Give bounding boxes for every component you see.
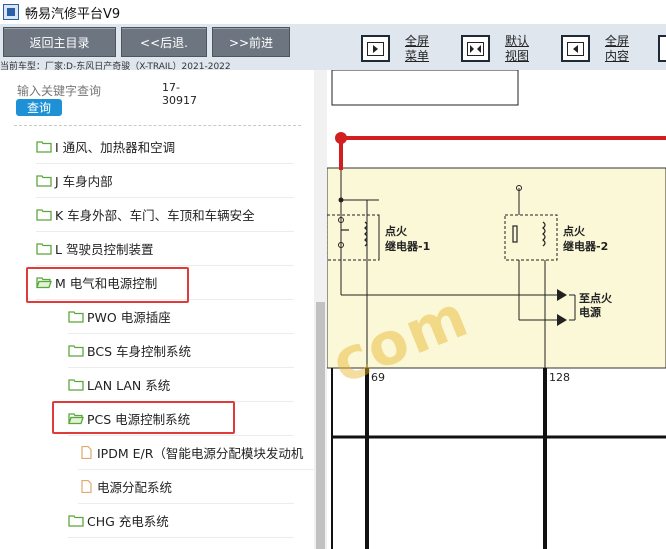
tree-item-label: K 车身外部、车门、车顶和车辆安全 xyxy=(55,208,255,223)
app-icon xyxy=(3,4,19,20)
to-ignition-label-line1: 至点火 xyxy=(579,291,613,305)
folder-icon xyxy=(36,242,52,255)
tree-item[interactable]: 电源分配系统 xyxy=(78,470,294,504)
highlight-box xyxy=(26,267,189,303)
tree-item[interactable]: LAN LAN 系统 xyxy=(68,368,294,402)
tree-item-label: I 通风、加热器和空调 xyxy=(55,140,176,155)
show-menu-icon[interactable] xyxy=(361,35,390,62)
folder-icon xyxy=(36,174,52,187)
wiring-diagram[interactable]: 点火 继电器-1 点火 继电器-2 至点火 电源 69 128 xyxy=(327,70,666,549)
document-icon xyxy=(78,479,94,494)
tree-item-label: PWO 电源插座 xyxy=(87,310,171,325)
tree-item[interactable]: PWO 电源插座 xyxy=(68,300,294,334)
forward-button[interactable]: >>前进 xyxy=(212,27,290,57)
tree-item-label: L 驾驶员控制装置 xyxy=(55,242,154,257)
window-title: 畅易汽修平台V9 xyxy=(25,6,121,22)
relay-2-label-line1: 点火 xyxy=(563,224,586,238)
folder-icon xyxy=(36,208,52,221)
fullscreen-content-label[interactable]: 全屏 内容 xyxy=(605,34,629,64)
tree-item[interactable]: J 车身内部 xyxy=(36,164,294,198)
tree-item[interactable]: L 驾驶员控制装置 xyxy=(36,232,294,266)
relay-1-label-line2: 继电器-1 xyxy=(385,239,430,253)
folder-icon xyxy=(68,310,84,323)
diagram-canvas: 点火 继电器-1 点火 继电器-2 至点火 电源 69 128 xyxy=(327,70,666,549)
tree-item[interactable]: K 车身外部、车门、车顶和车辆安全 xyxy=(36,198,294,232)
folder-icon xyxy=(36,140,52,153)
tree-item-label: CHG 充电系统 xyxy=(87,514,169,529)
search-value[interactable]: 17-30917 xyxy=(162,81,202,107)
title-bar: 畅易汽修平台V9 xyxy=(0,0,666,24)
tree-item[interactable]: CHG 充电系统 xyxy=(68,504,294,538)
fullscreen-menu-label[interactable]: 全屏 菜单 xyxy=(405,34,429,64)
folder-icon xyxy=(68,514,84,527)
relay-1-label-line1: 点火 xyxy=(385,224,408,238)
back-button[interactable]: <<后退. xyxy=(121,27,207,57)
fullscreen-content-icon[interactable] xyxy=(561,35,590,62)
left-panel-scrollbar[interactable] xyxy=(314,70,327,549)
divider xyxy=(14,125,301,126)
home-button[interactable]: 返回主目录 xyxy=(3,27,116,57)
folder-icon xyxy=(68,378,84,391)
default-view-icon[interactable] xyxy=(461,35,490,62)
tree-item[interactable]: IPDM E/R（智能电源分配模块发动机 xyxy=(78,436,314,470)
search-input[interactable]: 输入关键字查询 xyxy=(17,82,101,99)
tree-item-label: 电源分配系统 xyxy=(97,480,173,495)
document-icon xyxy=(78,445,94,460)
tree-item[interactable]: I 通风、加热器和空调 xyxy=(36,130,294,164)
tree-item-label: LAN LAN 系统 xyxy=(87,378,171,393)
relay-2-label-line2: 继电器-2 xyxy=(563,239,608,253)
tree-item[interactable]: BCS 车身控制系统 xyxy=(68,334,294,368)
tree-item-label: IPDM E/R（智能电源分配模块发动机 xyxy=(97,446,304,461)
pin-128-label: 128 xyxy=(549,371,570,384)
toolbar-overflow-icon[interactable] xyxy=(658,35,666,62)
search-button[interactable]: 查询 xyxy=(16,99,62,116)
to-ignition-label-line2: 电源 xyxy=(579,305,601,319)
folder-icon xyxy=(68,344,84,357)
highlight-box xyxy=(52,401,235,434)
wire-junction-dot xyxy=(335,132,347,144)
tree-item-label: J 车身内部 xyxy=(55,174,113,189)
left-panel: 输入关键字查询 17-30917 查询 I 通风、加热器和空调 J 车身内部 K 车… xyxy=(0,70,327,549)
diagram-header-box xyxy=(331,70,519,106)
tree-item-label: BCS 车身控制系统 xyxy=(87,344,191,359)
default-view-label[interactable]: 默认 视图 xyxy=(505,34,529,64)
